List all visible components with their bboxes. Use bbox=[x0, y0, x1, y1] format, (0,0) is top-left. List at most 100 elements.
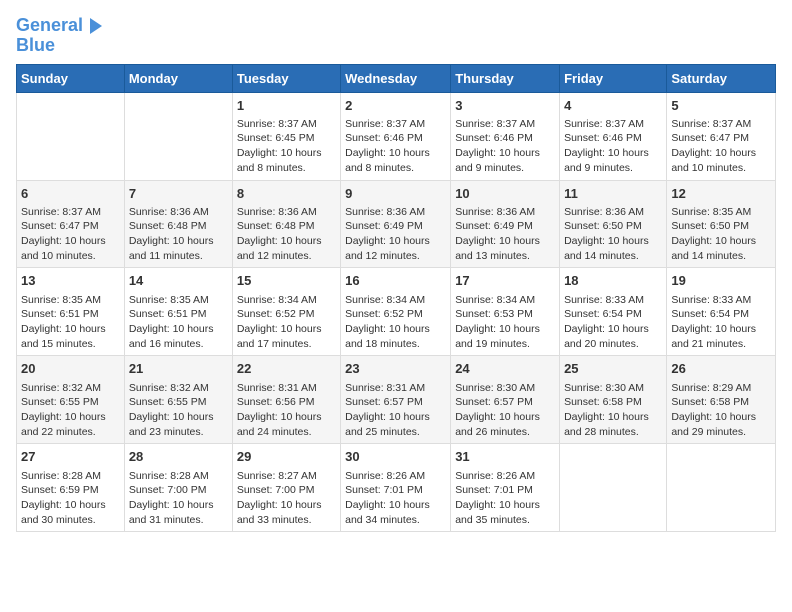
calendar-cell: 30Sunrise: 8:26 AM Sunset: 7:01 PM Dayli… bbox=[341, 444, 451, 532]
cell-info: Sunrise: 8:34 AM Sunset: 6:53 PM Dayligh… bbox=[455, 293, 555, 352]
calendar-cell bbox=[560, 444, 667, 532]
cell-info: Sunrise: 8:36 AM Sunset: 6:48 PM Dayligh… bbox=[129, 205, 228, 264]
calendar-header-row: SundayMondayTuesdayWednesdayThursdayFrid… bbox=[17, 64, 776, 92]
day-number: 17 bbox=[455, 272, 555, 290]
calendar-cell: 12 Sunrise: 8:35 AM Sunset: 6:50 PM Dayli… bbox=[667, 180, 776, 268]
header-wednesday: Wednesday bbox=[341, 64, 451, 92]
cell-info: Sunrise: 8:34 AM Sunset: 6:52 PM Dayligh… bbox=[237, 293, 336, 352]
calendar-cell: 11 Sunrise: 8:36 AM Sunset: 6:50 PM Dayli… bbox=[560, 180, 667, 268]
calendar-cell: 26Sunrise: 8:29 AM Sunset: 6:58 PM Dayli… bbox=[667, 356, 776, 444]
cell-info: Sunrise: 8:29 AM Sunset: 6:58 PM Dayligh… bbox=[671, 381, 771, 440]
day-number: 21 bbox=[129, 360, 228, 378]
day-number: 28 bbox=[129, 448, 228, 466]
calendar-week-row: 1 Sunrise: 8:37 AM Sunset: 6:45 PM Daylig… bbox=[17, 92, 776, 180]
day-number: 15 bbox=[237, 272, 336, 290]
cell-info: Sunrise: 8:37 AM Sunset: 6:47 PM Dayligh… bbox=[21, 205, 120, 264]
calendar-cell: 25Sunrise: 8:30 AM Sunset: 6:58 PM Dayli… bbox=[560, 356, 667, 444]
day-number: 4 bbox=[564, 97, 662, 115]
calendar-cell bbox=[124, 92, 232, 180]
cell-info: Sunrise: 8:26 AM Sunset: 7:01 PM Dayligh… bbox=[455, 469, 555, 528]
calendar-cell: 31 Sunrise: 8:26 AM Sunset: 7:01 PM Dayli… bbox=[451, 444, 560, 532]
day-number: 30 bbox=[345, 448, 446, 466]
day-number: 22 bbox=[237, 360, 336, 378]
day-number: 23 bbox=[345, 360, 446, 378]
header-sunday: Sunday bbox=[17, 64, 125, 92]
cell-info: Sunrise: 8:34 AM Sunset: 6:52 PM Dayligh… bbox=[345, 293, 446, 352]
header-tuesday: Tuesday bbox=[232, 64, 340, 92]
day-number: 10 bbox=[455, 185, 555, 203]
day-number: 20 bbox=[21, 360, 120, 378]
calendar-week-row: 20 Sunrise: 8:32 AM Sunset: 6:55 PM Dayli… bbox=[17, 356, 776, 444]
header-saturday: Saturday bbox=[667, 64, 776, 92]
calendar-cell: 3 Sunrise: 8:37 AM Sunset: 6:46 PM Daylig… bbox=[451, 92, 560, 180]
header-friday: Friday bbox=[560, 64, 667, 92]
calendar-cell: 24 Sunrise: 8:30 AM Sunset: 6:57 PM Dayli… bbox=[451, 356, 560, 444]
cell-info: Sunrise: 8:32 AM Sunset: 6:55 PM Dayligh… bbox=[129, 381, 228, 440]
day-number: 27 bbox=[21, 448, 120, 466]
logo-text: General bbox=[16, 16, 104, 36]
calendar-cell: 28 Sunrise: 8:28 AM Sunset: 7:00 PM Dayli… bbox=[124, 444, 232, 532]
calendar-cell: 2 Sunrise: 8:37 AM Sunset: 6:46 PM Daylig… bbox=[341, 92, 451, 180]
calendar-cell bbox=[17, 92, 125, 180]
cell-info: Sunrise: 8:37 AM Sunset: 6:47 PM Dayligh… bbox=[671, 117, 771, 176]
calendar-cell bbox=[667, 444, 776, 532]
calendar-cell: 29 Sunrise: 8:27 AM Sunset: 7:00 PM Dayli… bbox=[232, 444, 340, 532]
day-number: 7 bbox=[129, 185, 228, 203]
calendar-table: SundayMondayTuesdayWednesdayThursdayFrid… bbox=[16, 64, 776, 533]
day-number: 18 bbox=[564, 272, 662, 290]
calendar-cell: 13 Sunrise: 8:35 AM Sunset: 6:51 PM Dayli… bbox=[17, 268, 125, 356]
cell-info: Sunrise: 8:28 AM Sunset: 7:00 PM Dayligh… bbox=[129, 469, 228, 528]
calendar-cell: 8 Sunrise: 8:36 AM Sunset: 6:48 PM Daylig… bbox=[232, 180, 340, 268]
header-thursday: Thursday bbox=[451, 64, 560, 92]
calendar-cell: 7 Sunrise: 8:36 AM Sunset: 6:48 PM Daylig… bbox=[124, 180, 232, 268]
calendar-week-row: 13 Sunrise: 8:35 AM Sunset: 6:51 PM Dayli… bbox=[17, 268, 776, 356]
day-number: 8 bbox=[237, 185, 336, 203]
cell-info: Sunrise: 8:31 AM Sunset: 6:57 PM Dayligh… bbox=[345, 381, 446, 440]
cell-info: Sunrise: 8:36 AM Sunset: 6:49 PM Dayligh… bbox=[345, 205, 446, 264]
calendar-cell: 21 Sunrise: 8:32 AM Sunset: 6:55 PM Dayli… bbox=[124, 356, 232, 444]
cell-info: Sunrise: 8:37 AM Sunset: 6:45 PM Dayligh… bbox=[237, 117, 336, 176]
day-number: 24 bbox=[455, 360, 555, 378]
page-header: General Blue bbox=[16, 16, 776, 56]
day-number: 1 bbox=[237, 97, 336, 115]
calendar-cell: 5Sunrise: 8:37 AM Sunset: 6:47 PM Daylig… bbox=[667, 92, 776, 180]
calendar-cell: 22Sunrise: 8:31 AM Sunset: 6:56 PM Dayli… bbox=[232, 356, 340, 444]
cell-info: Sunrise: 8:35 AM Sunset: 6:51 PM Dayligh… bbox=[129, 293, 228, 352]
cell-info: Sunrise: 8:35 AM Sunset: 6:51 PM Dayligh… bbox=[21, 293, 120, 352]
calendar-week-row: 27Sunrise: 8:28 AM Sunset: 6:59 PM Dayli… bbox=[17, 444, 776, 532]
day-number: 6 bbox=[21, 185, 120, 203]
day-number: 11 bbox=[564, 185, 662, 203]
calendar-cell: 1 Sunrise: 8:37 AM Sunset: 6:45 PM Daylig… bbox=[232, 92, 340, 180]
calendar-cell: 14 Sunrise: 8:35 AM Sunset: 6:51 PM Dayli… bbox=[124, 268, 232, 356]
day-number: 3 bbox=[455, 97, 555, 115]
logo-blue: Blue bbox=[16, 36, 104, 56]
day-number: 29 bbox=[237, 448, 336, 466]
day-number: 31 bbox=[455, 448, 555, 466]
calendar-cell: 15 Sunrise: 8:34 AM Sunset: 6:52 PM Dayli… bbox=[232, 268, 340, 356]
calendar-week-row: 6 Sunrise: 8:37 AM Sunset: 6:47 PM Daylig… bbox=[17, 180, 776, 268]
calendar-cell: 9 Sunrise: 8:36 AM Sunset: 6:49 PM Daylig… bbox=[341, 180, 451, 268]
day-number: 9 bbox=[345, 185, 446, 203]
cell-info: Sunrise: 8:32 AM Sunset: 6:55 PM Dayligh… bbox=[21, 381, 120, 440]
cell-info: Sunrise: 8:36 AM Sunset: 6:48 PM Dayligh… bbox=[237, 205, 336, 264]
cell-info: Sunrise: 8:37 AM Sunset: 6:46 PM Dayligh… bbox=[455, 117, 555, 176]
day-number: 13 bbox=[21, 272, 120, 290]
calendar-cell: 19Sunrise: 8:33 AM Sunset: 6:54 PM Dayli… bbox=[667, 268, 776, 356]
calendar-cell: 20 Sunrise: 8:32 AM Sunset: 6:55 PM Dayli… bbox=[17, 356, 125, 444]
cell-info: Sunrise: 8:35 AM Sunset: 6:50 PM Dayligh… bbox=[671, 205, 771, 264]
cell-info: Sunrise: 8:30 AM Sunset: 6:58 PM Dayligh… bbox=[564, 381, 662, 440]
header-monday: Monday bbox=[124, 64, 232, 92]
cell-info: Sunrise: 8:36 AM Sunset: 6:49 PM Dayligh… bbox=[455, 205, 555, 264]
cell-info: Sunrise: 8:37 AM Sunset: 6:46 PM Dayligh… bbox=[345, 117, 446, 176]
cell-info: Sunrise: 8:36 AM Sunset: 6:50 PM Dayligh… bbox=[564, 205, 662, 264]
calendar-cell: 6 Sunrise: 8:37 AM Sunset: 6:47 PM Daylig… bbox=[17, 180, 125, 268]
day-number: 2 bbox=[345, 97, 446, 115]
calendar-cell: 27Sunrise: 8:28 AM Sunset: 6:59 PM Dayli… bbox=[17, 444, 125, 532]
day-number: 12 bbox=[671, 185, 771, 203]
calendar-cell: 17 Sunrise: 8:34 AM Sunset: 6:53 PM Dayli… bbox=[451, 268, 560, 356]
cell-info: Sunrise: 8:30 AM Sunset: 6:57 PM Dayligh… bbox=[455, 381, 555, 440]
cell-info: Sunrise: 8:33 AM Sunset: 6:54 PM Dayligh… bbox=[564, 293, 662, 352]
cell-info: Sunrise: 8:37 AM Sunset: 6:46 PM Dayligh… bbox=[564, 117, 662, 176]
day-number: 14 bbox=[129, 272, 228, 290]
cell-info: Sunrise: 8:27 AM Sunset: 7:00 PM Dayligh… bbox=[237, 469, 336, 528]
